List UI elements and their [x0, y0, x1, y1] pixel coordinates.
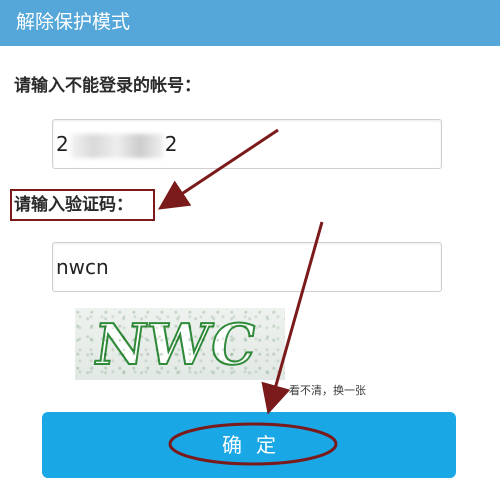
account-value-prefix: 2: [56, 132, 69, 156]
unlock-protection-page: 解除保护模式 请输入不能登录的帐号： 22 请输入验证码： nwcn NWC 看…: [0, 0, 500, 493]
captcha-input[interactable]: nwcn: [52, 242, 442, 292]
refresh-captcha-link[interactable]: 看不清，换一张: [289, 384, 366, 398]
captcha-label: 请输入验证码：: [14, 195, 133, 215]
captcha-image[interactable]: NWC: [75, 308, 285, 380]
app-header: 解除保护模式: [0, 0, 500, 46]
page-title: 解除保护模式: [16, 11, 131, 33]
confirm-button[interactable]: 确定: [42, 412, 456, 478]
account-input[interactable]: 22: [52, 119, 442, 169]
account-value-suffix: 2: [164, 132, 178, 156]
redacted-blur: [70, 133, 163, 158]
account-label: 请输入不能登录的帐号：: [14, 76, 201, 96]
captcha-image-text: NWC: [89, 311, 262, 379]
